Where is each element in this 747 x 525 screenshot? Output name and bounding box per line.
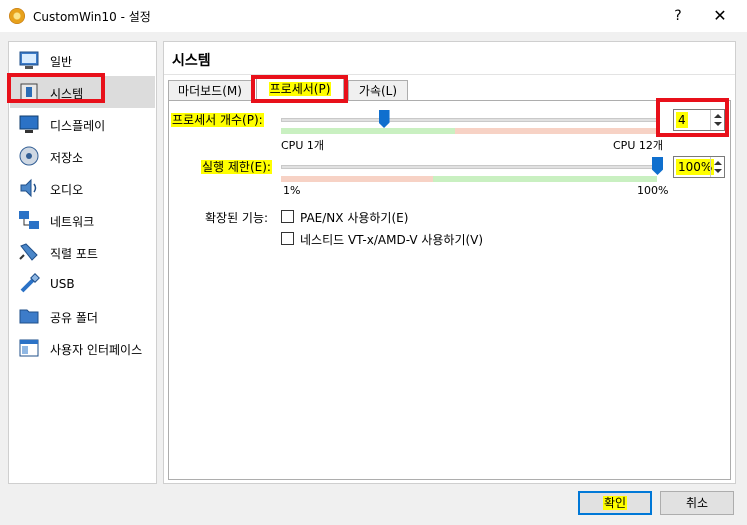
- spin-up-icon[interactable]: [714, 161, 722, 165]
- sidebar-item-display[interactable]: 디스플레이: [10, 108, 155, 140]
- audio-icon: [20, 178, 37, 198]
- sidebar-item-usb[interactable]: USB: [10, 268, 155, 300]
- processor-count-label: 프로세서 개수(P):: [171, 111, 264, 128]
- sidebar-item-user-interface[interactable]: 사용자 인터페이스: [10, 332, 155, 364]
- execution-cap-min-label: 1%: [283, 184, 301, 197]
- shared-folder-icon: [19, 309, 39, 324]
- processor-count-label-text: 프로세서 개수(P):: [171, 113, 264, 127]
- sidebar-item-label: 오디오: [50, 183, 84, 197]
- execution-cap-value: 100%: [676, 159, 715, 175]
- execution-cap-label: 실행 제한(E):: [201, 158, 272, 175]
- extended-features-label: 확장된 기능:: [205, 211, 269, 225]
- annotation-box-processor-count: [656, 98, 729, 137]
- window-title: CustomWin10 - 설정: [33, 10, 151, 24]
- sidebar-item-label: 공유 폴더: [50, 311, 98, 325]
- execution-cap-max-label: 100%: [637, 184, 669, 197]
- pae-nx-checkbox[interactable]: [281, 210, 294, 223]
- annotation-box-processor-tab: [251, 75, 348, 103]
- execution-cap-slider-track[interactable]: [281, 165, 657, 169]
- sidebar-item-label: 일반: [50, 55, 73, 69]
- processor-count-range-band: [281, 128, 657, 134]
- sidebar-item-label: 사용자 인터페이스: [50, 343, 143, 357]
- sidebar-item-serial-port[interactable]: 직렬 포트: [10, 236, 155, 268]
- usb-icon: [20, 273, 40, 293]
- sidebar-item-general[interactable]: 일반: [10, 44, 155, 76]
- close-button[interactable]: ✕: [700, 4, 740, 28]
- nested-vtx-checkbox[interactable]: [281, 232, 294, 245]
- tab-acceleration[interactable]: 가속(L): [348, 80, 408, 102]
- sidebar-item-shared-folder[interactable]: 공유 폴더: [10, 300, 155, 332]
- processor-count-slider-track[interactable]: [281, 118, 657, 122]
- pae-nx-label[interactable]: PAE/NX 사용하기(E): [300, 209, 408, 226]
- ok-button-label: 확인: [602, 496, 628, 510]
- network-icon: [19, 211, 39, 229]
- user-interface-icon: [19, 339, 39, 357]
- help-button[interactable]: ?: [663, 4, 693, 28]
- processor-tab-panel: 프로세서 개수(P): CPU 1개 CPU 12개 4 실행 제한(E): 1…: [168, 100, 731, 480]
- nested-vtx-label[interactable]: 네스티드 VT-x/AMD-V 사용하기(V): [300, 231, 483, 248]
- sidebar-item-label: 직렬 포트: [50, 247, 98, 261]
- sidebar-item-label: 디스플레이: [50, 119, 106, 133]
- settings-sidebar: 일반 시스템 디스플레이 저장소 오디오 네트워크 직렬 포트 USB 공유 폴…: [8, 41, 157, 484]
- spin-down-icon[interactable]: [714, 169, 722, 173]
- serial-port-icon: [19, 243, 38, 261]
- display-icon: [19, 115, 39, 133]
- sidebar-item-network[interactable]: 네트워크: [10, 204, 155, 236]
- annotation-box-system: [7, 73, 105, 103]
- tab-motherboard[interactable]: 마더보드(M): [168, 80, 252, 102]
- execution-cap-range-band: [281, 176, 657, 182]
- execution-cap-slider-thumb[interactable]: [652, 157, 663, 175]
- processor-count-min-label: CPU 1개: [281, 139, 324, 152]
- title-bar: CustomWin10 - 설정 ? ✕: [0, 0, 747, 32]
- spin-arrows[interactable]: [710, 157, 724, 177]
- processor-count-slider-thumb[interactable]: [378, 110, 390, 128]
- sidebar-item-label: 저장소: [50, 151, 84, 165]
- cancel-button[interactable]: 취소: [660, 491, 734, 515]
- execution-cap-label-text: 실행 제한(E):: [201, 160, 272, 174]
- processor-count-max-label: CPU 12개: [613, 139, 663, 152]
- ok-button[interactable]: 확인: [578, 491, 652, 515]
- sidebar-item-storage[interactable]: 저장소: [10, 140, 155, 172]
- execution-cap-spinbox[interactable]: 100%: [673, 156, 725, 178]
- virtualbox-app-icon: [9, 8, 25, 24]
- storage-icon: [19, 146, 39, 166]
- page-title: 시스템: [172, 53, 211, 69]
- sidebar-item-label: USB: [50, 277, 75, 291]
- settings-main-panel: 시스템 마더보드(M) 프로세서(P) 가속(L) 프로세서 개수(P): CP…: [163, 41, 736, 484]
- general-icon: [19, 51, 39, 69]
- title-divider: [164, 74, 735, 75]
- sidebar-item-audio[interactable]: 오디오: [10, 172, 155, 204]
- sidebar-item-label: 네트워크: [50, 215, 95, 229]
